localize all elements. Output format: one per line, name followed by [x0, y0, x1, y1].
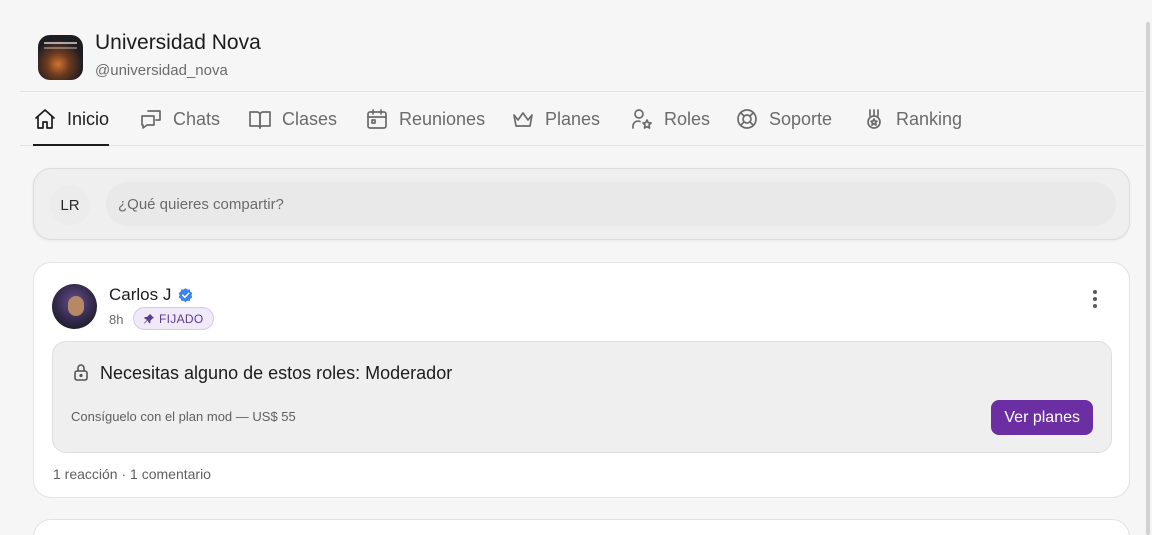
compose-input[interactable]: ¿Qué quieres compartir? — [106, 182, 1116, 226]
scrollbar-thumb[interactable] — [1146, 22, 1150, 535]
tab-label: Soporte — [769, 108, 833, 129]
more-options-button[interactable] — [1083, 287, 1107, 311]
view-plans-button[interactable]: Ver planes — [991, 400, 1093, 435]
locked-content-panel: Necesitas alguno de estos roles: Moderad… — [52, 341, 1112, 453]
tab-label: Inicio — [67, 108, 110, 129]
nav-tabs: Inicio Chats Clases Reuniones Planes Rol… — [20, 92, 1144, 146]
community-handle: @universidad_nova — [95, 62, 228, 79]
tab-label: Planes — [545, 108, 601, 129]
tab-label: Ranking — [896, 108, 963, 129]
scrollbar[interactable] — [1144, 0, 1152, 535]
tab-chats[interactable]: Chats — [139, 92, 220, 146]
tab-clases[interactable]: Clases — [248, 92, 337, 146]
calendar-icon — [367, 109, 387, 129]
pinned-label: FIJADO — [159, 311, 204, 326]
page: Universidad Nova @universidad_nova Inici… — [0, 0, 1144, 535]
post-composer: LR ¿Qué quieres compartir? — [33, 168, 1130, 240]
tab-label: Chats — [173, 108, 221, 129]
home-icon — [35, 109, 55, 129]
chat-bubbles-icon — [141, 110, 161, 129]
locked-title: Necesitas alguno de estos roles: Moderad… — [100, 363, 453, 383]
tab-soporte[interactable]: Soporte — [735, 92, 832, 146]
tab-label: Reuniones — [399, 108, 486, 129]
tab-roles[interactable]: Roles — [630, 92, 710, 146]
tab-inicio[interactable]: Inicio — [33, 92, 110, 146]
locked-plan-info: Consíguelo con el plan mod — US$ 55 — [71, 409, 296, 424]
tab-planes[interactable]: Planes — [511, 92, 600, 146]
tab-reuniones[interactable]: Reuniones — [365, 92, 485, 146]
pinned-badge: FIJADO — [133, 307, 215, 330]
tab-label: Roles — [664, 108, 711, 129]
post-card — [33, 519, 1130, 535]
author-avatar[interactable] — [52, 284, 97, 329]
lock-icon — [74, 364, 88, 381]
pin-icon — [144, 313, 154, 323]
author-name-text: Carlos J — [109, 285, 172, 304]
post-timestamp: 8h — [109, 312, 124, 327]
verified-badge-icon — [179, 287, 193, 302]
community-header: Universidad Nova @universidad_nova — [20, 0, 1144, 92]
tab-ranking[interactable]: Ranking — [862, 92, 962, 146]
community-avatar[interactable] — [38, 35, 83, 80]
user-avatar[interactable]: LR — [50, 185, 90, 225]
user-star-icon — [632, 109, 652, 129]
medal-icon — [867, 109, 881, 129]
post-stats[interactable]: 1 reacción · 1 comentario — [53, 466, 211, 482]
lifebuoy-icon — [737, 109, 757, 129]
crown-icon — [513, 112, 533, 127]
author-name[interactable]: Carlos J — [109, 285, 194, 305]
open-book-icon — [249, 111, 271, 129]
tab-label: Clases — [282, 108, 338, 129]
community-name: Universidad Nova — [95, 31, 261, 54]
post-card: Carlos J 8h FIJADO Necesitas alguno de e… — [33, 262, 1130, 498]
